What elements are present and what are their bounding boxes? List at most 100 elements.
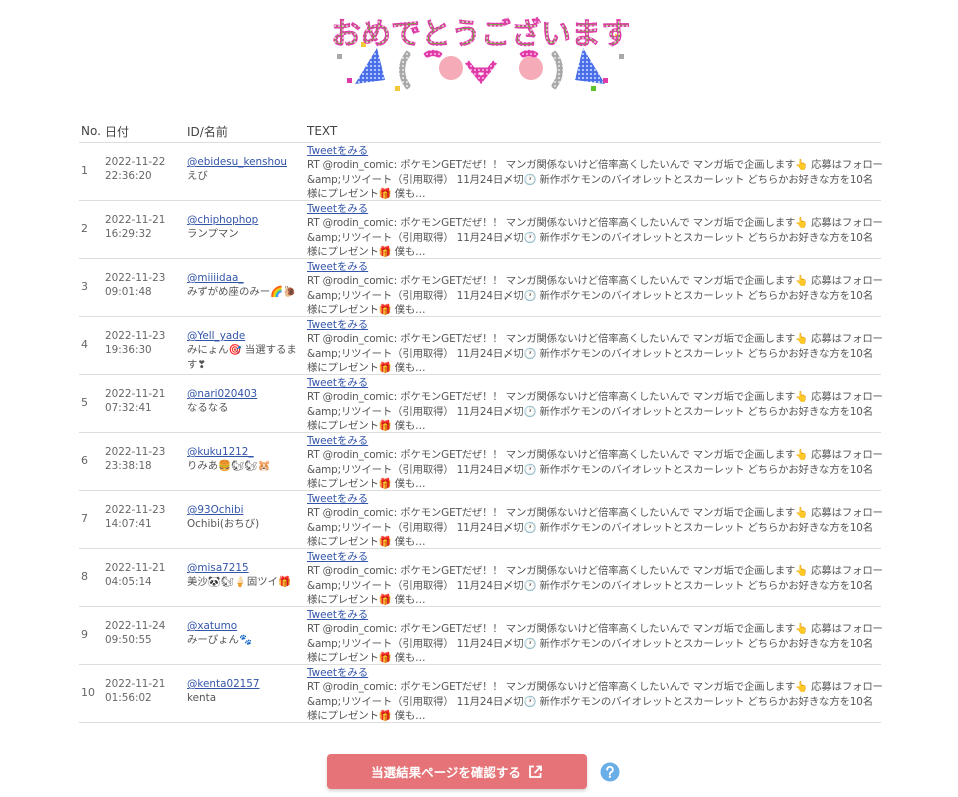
row-user: @xatumo みーぴょん🐾: [187, 607, 307, 664]
external-link-icon: [527, 764, 543, 780]
congratulations-banner-art: おめでとうございます: [333, 17, 629, 91]
row-date: 2022-11-23: [105, 446, 166, 458]
table-body: 1 2022-11-22 22:36:20 @ebidesu_kenshou えび Twe…: [79, 143, 883, 723]
row-user: @kuku1212_ りみあ🍔🐿🐿🐹: [187, 433, 307, 490]
view-tweet-link[interactable]: Tweetをみる: [307, 318, 883, 332]
row-time: 09:50:55: [105, 634, 152, 647]
row-date: 2022-11-23: [105, 504, 166, 516]
view-tweet-link[interactable]: Tweetをみる: [307, 376, 883, 390]
row-time: 23:38:18: [105, 460, 152, 473]
tweet-text: RT @rodin_comic: ポケモンGETだぜ！！ マンガ関係ないけど倍率…: [307, 159, 883, 201]
table-row: 8 2022-11-21 04:05:14 @misa7215 美沙🐼🐿🍦固ツイ🎁 Twe…: [79, 549, 883, 607]
row-tweet: Tweetをみる RT @rodin_comic: ポケモンGETだぜ！！ マンガ…: [307, 317, 883, 374]
user-display-name: ランプマン: [187, 228, 239, 241]
tweet-text: RT @rodin_comic: ポケモンGETだぜ！！ マンガ関係ないけど倍率…: [307, 217, 883, 259]
table-row: 9 2022-11-24 09:50:55 @xatumo みーぴょん🐾 Tweetをみる…: [79, 607, 883, 665]
row-number: 3: [81, 280, 88, 294]
header-date: 日付: [105, 124, 130, 139]
row-date: 2022-11-24: [105, 620, 166, 632]
user-handle-link[interactable]: @93Ochibi: [187, 503, 307, 517]
table-row: 2 2022-11-21 16:29:32 @chiphophop ランプマン Tweet…: [79, 201, 883, 259]
header-id: ID/名前: [187, 124, 228, 139]
user-display-name: みずがめ座のみー🌈🐌: [187, 286, 296, 299]
user-display-name: みーぴょん🐾: [187, 634, 252, 647]
banner-title-text: おめでとうございます: [333, 17, 629, 52]
user-handle-link[interactable]: @miiiidaa_: [187, 271, 307, 285]
user-display-name: なるなる: [187, 402, 229, 415]
user-handle-link[interactable]: @chiphophop: [187, 213, 307, 227]
row-datetime: 2022-11-23 09:01:48: [105, 259, 187, 316]
table-row: 3 2022-11-23 09:01:48 @miiiidaa_ みずがめ座のみー🌈🐌 T…: [79, 259, 883, 317]
user-handle-link[interactable]: @Yell_yade: [187, 329, 307, 343]
table-row: 1 2022-11-22 22:36:20 @ebidesu_kenshou えび Twe…: [79, 143, 883, 201]
row-date: 2022-11-22: [105, 156, 166, 168]
view-tweet-link[interactable]: Tweetをみる: [307, 144, 883, 158]
view-tweet-link[interactable]: Tweetをみる: [307, 492, 883, 506]
table-row: 4 2022-11-23 19:36:30 @Yell_yade みにょん🎯 当選するま…: [79, 317, 883, 375]
tweet-text: RT @rodin_comic: ポケモンGETだぜ！！ マンガ関係ないけど倍率…: [307, 623, 883, 665]
user-handle-link[interactable]: @ebidesu_kenshou: [187, 155, 307, 169]
row-number: 8: [81, 570, 88, 584]
row-date: 2022-11-21: [105, 562, 166, 574]
user-display-name: 美沙🐼🐿🍦固ツイ🎁: [187, 576, 291, 589]
row-user: @kenta02157 kenta: [187, 665, 307, 722]
row-number: 2: [81, 222, 88, 236]
user-handle-link[interactable]: @nari020403: [187, 387, 307, 401]
row-number: 5: [81, 396, 88, 410]
user-handle-link[interactable]: @kuku1212_: [187, 445, 307, 459]
table-row: 7 2022-11-23 14:07:41 @93Ochibi Ochibi(おちび) T…: [79, 491, 883, 549]
question-circle-icon[interactable]: [600, 762, 620, 782]
row-datetime: 2022-11-24 09:50:55: [105, 607, 187, 664]
view-tweet-link[interactable]: Tweetをみる: [307, 260, 883, 274]
tweet-text: RT @rodin_comic: ポケモンGETだぜ！！ マンガ関係ないけど倍率…: [307, 449, 883, 491]
view-tweet-link[interactable]: Tweetをみる: [307, 550, 883, 564]
row-time: 07:32:41: [105, 402, 152, 415]
user-display-name: みにょん🎯 当選するます❣: [187, 344, 297, 371]
header-text: TEXT: [307, 124, 338, 138]
table-header: No. 日付 ID/名前 TEXT: [79, 120, 881, 143]
row-time: 19:36:30: [105, 344, 152, 357]
tweet-text: RT @rodin_comic: ポケモンGETだぜ！！ マンガ関係ないけど倍率…: [307, 275, 883, 317]
table-row: 5 2022-11-21 07:32:41 @nari020403 なるなる Tweetを…: [79, 375, 883, 433]
user-handle-link[interactable]: @kenta02157: [187, 677, 307, 691]
row-number: 6: [81, 454, 88, 468]
row-date: 2022-11-23: [105, 330, 166, 342]
tweet-text: RT @rodin_comic: ポケモンGETだぜ！！ マンガ関係ないけど倍率…: [307, 507, 883, 549]
user-display-name: Ochibi(おちび): [187, 518, 260, 531]
row-datetime: 2022-11-23 19:36:30: [105, 317, 187, 374]
row-datetime: 2022-11-23 14:07:41: [105, 491, 187, 548]
view-results-button[interactable]: 当選結果ページを確認する: [327, 754, 587, 789]
congratulations-banner: おめでとうございます: [333, 8, 629, 94]
tweet-text: RT @rodin_comic: ポケモンGETだぜ！！ マンガ関係ないけど倍率…: [307, 391, 883, 433]
view-tweet-link[interactable]: Tweetをみる: [307, 608, 883, 622]
view-tweet-link[interactable]: Tweetをみる: [307, 434, 883, 448]
header-no: No.: [81, 124, 101, 138]
view-tweet-link[interactable]: Tweetをみる: [307, 666, 883, 680]
row-date: 2022-11-21: [105, 678, 166, 690]
row-datetime: 2022-11-23 23:38:18: [105, 433, 187, 490]
row-time: 14:07:41: [105, 518, 152, 531]
row-user: @chiphophop ランプマン: [187, 201, 307, 258]
user-handle-link[interactable]: @xatumo: [187, 619, 307, 633]
user-handle-link[interactable]: @misa7215: [187, 561, 307, 575]
row-user: @ebidesu_kenshou えび: [187, 143, 307, 200]
row-number: 1: [81, 164, 88, 178]
row-number: 9: [81, 628, 88, 642]
tweet-text: RT @rodin_comic: ポケモンGETだぜ！！ マンガ関係ないけど倍率…: [307, 333, 883, 375]
row-tweet: Tweetをみる RT @rodin_comic: ポケモンGETだぜ！！ マンガ…: [307, 143, 883, 200]
row-datetime: 2022-11-21 07:32:41: [105, 375, 187, 432]
view-results-label: 当選結果ページを確認する: [371, 765, 521, 780]
row-tweet: Tweetをみる RT @rodin_comic: ポケモンGETだぜ！！ マンガ…: [307, 549, 883, 606]
row-date: 2022-11-23: [105, 272, 166, 284]
row-tweet: Tweetをみる RT @rodin_comic: ポケモンGETだぜ！！ マンガ…: [307, 259, 883, 316]
row-datetime: 2022-11-22 22:36:20: [105, 143, 187, 200]
row-tweet: Tweetをみる RT @rodin_comic: ポケモンGETだぜ！！ マンガ…: [307, 433, 883, 490]
user-display-name: えび: [187, 170, 208, 183]
user-display-name: kenta: [187, 692, 217, 705]
row-number: 4: [81, 338, 88, 352]
row-tweet: Tweetをみる RT @rodin_comic: ポケモンGETだぜ！！ マンガ…: [307, 201, 883, 258]
view-tweet-link[interactable]: Tweetをみる: [307, 202, 883, 216]
tweet-text: RT @rodin_comic: ポケモンGETだぜ！！ マンガ関係ないけど倍率…: [307, 565, 883, 607]
row-tweet: Tweetをみる RT @rodin_comic: ポケモンGETだぜ！！ マンガ…: [307, 375, 883, 432]
row-user: @nari020403 なるなる: [187, 375, 307, 432]
